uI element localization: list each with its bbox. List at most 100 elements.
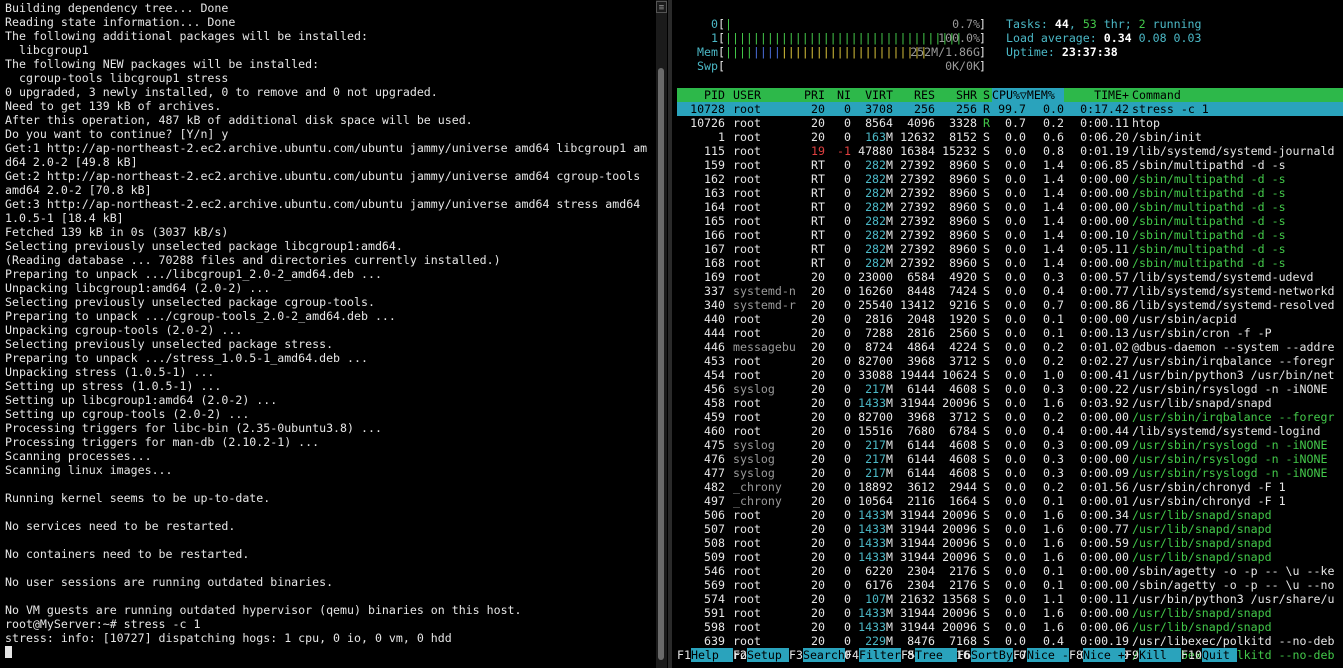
process-row[interactable]: 569 root 20 0 6176 2304 2176 S 0.0 0.1 0:00.00/sbi… <box>677 578 1343 592</box>
fkey-kill-button[interactable]: F9Kill <box>1125 648 1181 662</box>
htop-pane[interactable]: 0 [| 0.7%] 1 [||||||||||||||||||||||||||||||… <box>672 0 1343 668</box>
process-row[interactable]: 475 syslog 20 0 217M 6144 4608 S 0.0 0.3 0:00.09/u… <box>677 438 1343 452</box>
meter-bar: [|||||||||||||||||||||||||||||||||| 100.0… <box>718 31 986 45</box>
scrollbar-thumb[interactable] <box>658 68 664 660</box>
process-row[interactable]: 10728 root 20 0 3708 256 256 R 99.7 0.0 0:17.42 str… <box>677 102 1343 116</box>
process-row[interactable]: 507 root 20 0 1433M 31944 20096 S 0.0 1.6 0:00.77/… <box>677 522 1343 536</box>
process-mem: 1.4 <box>1043 242 1064 256</box>
column-header[interactable]: NI <box>827 88 851 102</box>
process-row[interactable]: 167 root RT 0 282M 27392 8960 S 0.0 1.4 0:05.11/sb… <box>677 242 1343 256</box>
fkey-search-button[interactable]: F3Search <box>789 648 845 662</box>
process-row[interactable]: 482 _chrony 20 0 18892 3612 2944 S 0.0 0.2 0:01.56… <box>677 480 1343 494</box>
process-mem: 1.4 <box>1043 200 1064 214</box>
column-header[interactable]: Command <box>1132 88 1343 102</box>
process-virt: 282M <box>865 228 893 242</box>
process-row[interactable]: 10726 root 20 0 8564 4096 3328 R 0.7 0.2 0:00.11 ht… <box>677 116 1343 130</box>
process-row[interactable]: 163 root RT 0 282M 27392 8960 S 0.0 1.4 0:00.00/sb… <box>677 186 1343 200</box>
process-res: 27392 <box>900 200 935 214</box>
fkey-filter-button[interactable]: F4Filter <box>845 648 901 662</box>
process-row[interactable]: 459 root 20 0 82700 3968 3712 S 0.0 0.2 0:00.00/us… <box>677 410 1343 424</box>
process-row[interactable]: 340 systemd-r 20 0 25540 13412 9216 S 0.0 0.7 0:00… <box>677 298 1343 312</box>
process-cmd: /sbin/multipathd -d -s <box>1132 172 1286 186</box>
column-header[interactable]: RES <box>895 88 935 102</box>
process-row[interactable]: 639 root 20 0 229M 8476 7168 S 0.0 0.4 0:00.19/usr… <box>677 634 1343 648</box>
process-cmd: /usr/sbin/rsyslogd -n -iNONE <box>1132 382 1328 396</box>
column-header[interactable]: VIRT <box>851 88 893 102</box>
process-row[interactable]: 506 root 20 0 1433M 31944 20096 S 0.0 1.6 0:00.34/… <box>677 508 1343 522</box>
process-row[interactable]: 446 messagebu 20 0 8724 4864 4224 S 0.0 0.2 0:01.0… <box>677 340 1343 354</box>
left-terminal-pane[interactable]: Building dependency tree... Done Reading … <box>0 0 668 668</box>
column-header[interactable]: USER <box>733 88 801 102</box>
fkey-niceminusplus-button[interactable]: F8Nice + <box>1069 648 1125 662</box>
process-row[interactable]: 162 root RT 0 282M 27392 8960 S 0.0 1.4 0:00.00/sb… <box>677 172 1343 186</box>
process-user: root <box>733 396 761 410</box>
process-row[interactable]: 460 root 20 0 15516 7680 6784 S 0.0 0.4 0:00.44/li… <box>677 424 1343 438</box>
process-row[interactable]: 574 root 20 0 107M 21632 13568 S 0.0 1.1 0:00.11/u… <box>677 592 1343 606</box>
process-pid: 574 <box>704 592 725 606</box>
meter-label: Mem <box>697 45 718 59</box>
process-user: root <box>733 536 761 550</box>
scroll-up-icon[interactable]: ≡ <box>656 1 667 13</box>
process-ni: 0 <box>844 494 851 508</box>
process-row[interactable]: 1 root 20 0 163M 12632 8152 S 0.0 0.6 0:06.20/sbin… <box>677 130 1343 144</box>
process-row[interactable]: 164 root RT 0 282M 27392 8960 S 0.0 1.4 0:00.00/sb… <box>677 200 1343 214</box>
function-key-bar[interactable]: F1Help F2Setup F3Search F4Filter F5Tree F6… <box>677 648 1343 662</box>
process-user: root <box>733 102 761 116</box>
process-row[interactable]: 454 root 20 0 33088 19444 10624 S 0.0 1.0 0:00.41/… <box>677 368 1343 382</box>
process-row[interactable]: 477 syslog 20 0 217M 6144 4608 S 0.0 0.3 0:00.09/u… <box>677 466 1343 480</box>
fkey-niceminus--button[interactable]: F7Nice - <box>1013 648 1069 662</box>
fkey-setup-button[interactable]: F2Setup <box>733 648 789 662</box>
process-row[interactable]: 169 root 20 0 23000 6584 4920 S 0.0 0.3 0:00.57/li… <box>677 270 1343 284</box>
process-row[interactable]: 337 systemd-n 20 0 16260 8448 7424 S 0.0 0.4 0:00.… <box>677 284 1343 298</box>
process-row[interactable]: 440 root 20 0 2816 2048 1920 S 0.0 0.1 0:00.00/usr… <box>677 312 1343 326</box>
process-cpu: 0.0 <box>1005 172 1026 186</box>
fkey-help-button[interactable]: F1Help <box>677 648 733 662</box>
process-table-header[interactable]: PID USER PRI NI VIRT RES SHR S CPU%▽MEM% TIME+ Com… <box>677 88 1343 102</box>
process-time: 0:00.86 <box>1080 298 1129 312</box>
process-user: root <box>733 620 761 634</box>
terminal-line: Get:2 http://ap-northeast-2.ec2.archive.… <box>5 169 641 183</box>
process-row[interactable]: 598 root 20 0 1433M 31944 20096 S 0.0 1.6 0:00.06/… <box>677 620 1343 634</box>
fkey-number: F6 <box>957 648 971 662</box>
process-row[interactable]: 115 root 19 -1 47880 16384 15232 S 0.0 0.8 0:01.19… <box>677 144 1343 158</box>
column-header[interactable]: TIME+ <box>1071 88 1129 102</box>
process-row[interactable]: 159 root RT 0 282M 27392 8960 S 0.0 1.4 0:06.85/sb… <box>677 158 1343 172</box>
process-row[interactable]: 165 root RT 0 282M 27392 8960 S 0.0 1.4 0:00.00/sb… <box>677 214 1343 228</box>
process-row[interactable]: 166 root RT 0 282M 27392 8960 S 0.0 1.4 0:00.10/sb… <box>677 228 1343 242</box>
terminal-prompt-line[interactable] <box>5 645 653 659</box>
process-shr: 4608 <box>949 452 977 466</box>
process-row[interactable]: 456 syslog 20 0 217M 6144 4608 S 0.0 0.3 0:00.22/u… <box>677 382 1343 396</box>
process-row[interactable]: 591 root 20 0 1433M 31944 20096 S 0.0 1.6 0:00.00/… <box>677 606 1343 620</box>
fkey-quit-button[interactable]: F10Quit <box>1181 648 1237 662</box>
process-mem: 0.0 <box>1043 102 1064 116</box>
process-table[interactable]: 10728 root 20 0 3708 256 256 R 99.7 0.0 0:17.42 str… <box>677 102 1343 662</box>
process-row[interactable]: 508 root 20 0 1433M 31944 20096 S 0.0 1.6 0:00.59/… <box>677 536 1343 550</box>
column-header[interactable]: SHR <box>935 88 977 102</box>
process-row[interactable]: 444 root 20 0 7288 2816 2560 S 0.0 0.1 0:00.13/usr… <box>677 326 1343 340</box>
column-header[interactable]: PID <box>677 88 725 102</box>
terminal-line: Get:1 http://ap-northeast-2.ec2.archive.… <box>5 141 648 155</box>
process-virt: 217M <box>865 382 893 396</box>
process-row[interactable]: 458 root 20 0 1433M 31944 20096 S 0.0 1.6 0:03.92/… <box>677 396 1343 410</box>
process-row[interactable]: 476 syslog 20 0 217M 6144 4608 S 0.0 0.3 0:00.00/u… <box>677 452 1343 466</box>
meter-bar: [0K/0K] <box>718 59 986 73</box>
process-shr: 4608 <box>949 382 977 396</box>
process-row[interactable]: 509 root 20 0 1433M 31944 20096 S 0.0 1.6 0:00.00/… <box>677 550 1343 564</box>
terminal-scrollbar[interactable]: ≡ <box>656 0 667 668</box>
process-row[interactable]: 453 root 20 0 82700 3968 3712 S 0.0 0.2 0:02.27/us… <box>677 354 1343 368</box>
process-row[interactable]: 497 _chrony 20 0 10564 2116 1664 S 0.0 0.1 0:00.01… <box>677 494 1343 508</box>
terminal-line: stress: info: [10727] dispatching hogs: … <box>5 631 452 645</box>
process-ni: 0 <box>844 312 851 326</box>
process-pri: 20 <box>811 284 825 298</box>
fkey-sortby-button[interactable]: F6SortBy <box>957 648 1013 662</box>
process-row[interactable]: 546 root 20 0 6220 2304 2176 S 0.0 0.1 0:00.00/sbi… <box>677 564 1343 578</box>
process-pid: 440 <box>704 312 725 326</box>
fkey-tree-button[interactable]: F5Tree <box>901 648 957 662</box>
process-pri: RT <box>811 228 825 242</box>
column-header[interactable]: PRI <box>795 88 825 102</box>
process-user: syslog <box>733 466 775 480</box>
process-shr: 3712 <box>949 354 977 368</box>
column-header[interactable]: CPU%▽MEM% <box>992 88 1064 102</box>
process-row[interactable]: 168 root RT 0 282M 27392 8960 S 0.0 1.4 0:00.00/sb… <box>677 256 1343 270</box>
